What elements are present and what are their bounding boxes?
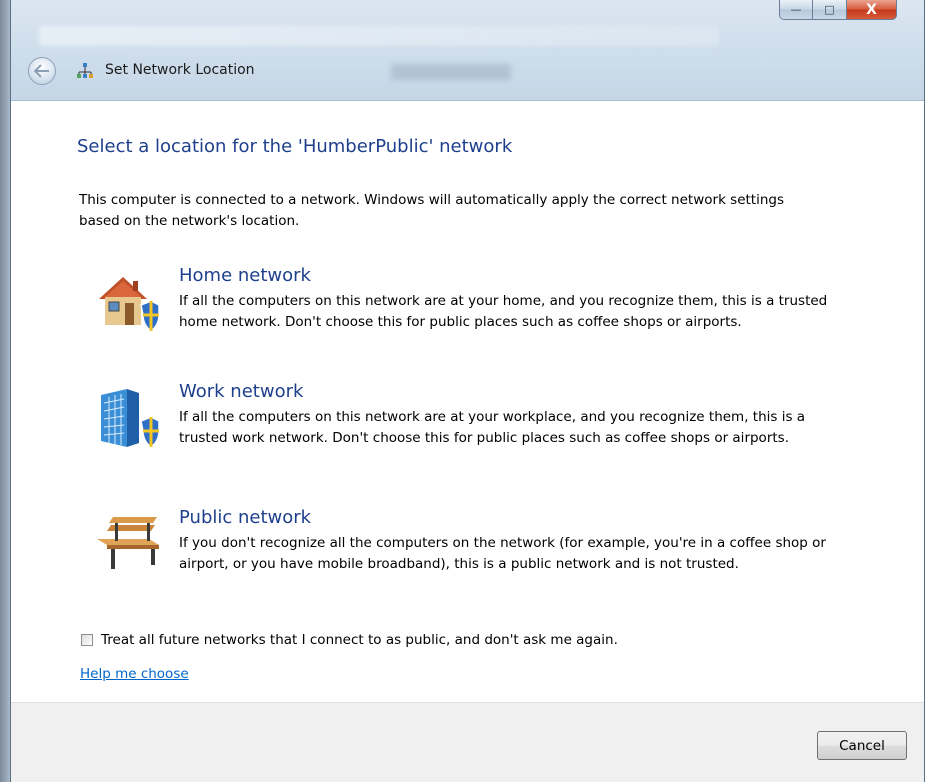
window-left-edge [0, 0, 10, 782]
close-button[interactable]: X [847, 0, 897, 20]
treat-as-public-row[interactable]: Treat all future networks that I connect… [81, 632, 618, 648]
dialog-footer: Cancel [11, 702, 924, 782]
maximize-button[interactable]: □ [813, 0, 847, 20]
home-network-icon [99, 277, 160, 332]
caption-buttons: — □ X [779, 0, 897, 30]
network-icon [77, 63, 93, 78]
dialog-title: Set Network Location [105, 62, 255, 78]
blurred-address-bar [39, 26, 719, 46]
work-network-title[interactable]: Work network [179, 381, 303, 402]
close-icon: X [866, 1, 877, 18]
blurred-background-element [391, 64, 511, 80]
home-network-description: If all the computers on this network are… [179, 293, 828, 330]
back-button[interactable] [28, 57, 56, 85]
cancel-button[interactable]: Cancel [817, 731, 907, 760]
page-heading: Select a location for the 'HumberPublic'… [77, 136, 513, 157]
minimize-button[interactable]: — [779, 0, 813, 20]
public-network-icon [97, 517, 159, 569]
intro-text: This computer is connected to a network.… [79, 192, 785, 229]
maximize-icon: □ [824, 3, 835, 16]
minimize-icon: — [790, 3, 802, 16]
dialog-window: — □ X Set Network Location Select a loca… [10, 0, 925, 782]
work-network-description: If all the computers on this network are… [179, 409, 806, 446]
help-me-choose-link[interactable]: Help me choose [80, 666, 189, 682]
public-network-title[interactable]: Public network [179, 507, 311, 528]
treat-as-public-label[interactable]: Treat all future networks that I connect… [101, 632, 618, 648]
dialog-content: Select a location for the 'HumberPublic'… [11, 100, 924, 703]
back-arrow-icon [34, 64, 49, 78]
work-network-icon [101, 389, 160, 448]
public-network-description: If you don't recognize all the computers… [179, 535, 826, 572]
home-network-title[interactable]: Home network [179, 265, 311, 286]
treat-as-public-checkbox[interactable] [81, 634, 93, 646]
